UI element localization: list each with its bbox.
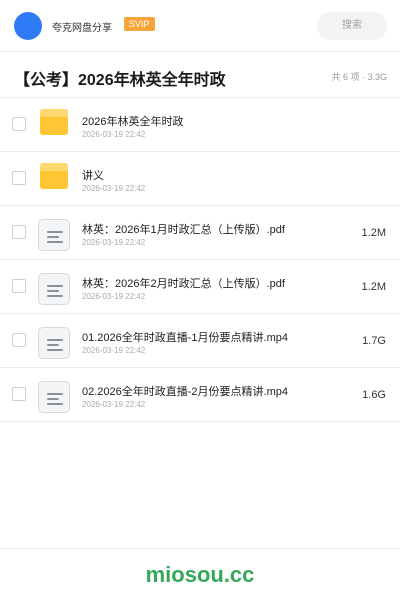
item-date: 2026-03-19 22:42	[82, 400, 146, 409]
top-bar: 夸克网盘分享 SVIP 搜索	[0, 0, 400, 52]
item-size: 1.6G	[362, 389, 386, 401]
item-size: 1.7G	[362, 335, 386, 347]
select-checkbox[interactable]	[12, 279, 26, 293]
page-title: 【公考】2026年林英全年时政	[14, 72, 226, 89]
folder-icon	[38, 162, 70, 196]
list-item[interactable]: 02.2026全年时政直播-2月份要点精讲.mp4 2026-03-19 22:…	[0, 368, 400, 422]
document-icon	[38, 324, 70, 359]
item-name[interactable]: 01.2026全年时政直播-1月份要点精讲.mp4	[82, 329, 288, 345]
select-checkbox[interactable]	[12, 117, 26, 131]
item-size: 1.2M	[361, 281, 386, 293]
select-checkbox[interactable]	[12, 171, 26, 185]
title-bar: 【公考】2026年林英全年时政 共 6 项 · 3.3G	[0, 52, 400, 98]
item-date: 2026-03-19 22:42	[82, 292, 146, 301]
svip-badge: SVIP	[124, 17, 155, 31]
select-checkbox[interactable]	[12, 333, 26, 347]
item-date: 2026-03-19 22:42	[82, 238, 146, 247]
avatar[interactable]	[14, 12, 42, 40]
item-date: 2026-03-19 22:42	[82, 184, 146, 193]
item-name[interactable]: 2026年林英全年时政	[82, 113, 183, 129]
file-list: 2026年林英全年时政 2026-03-19 22:42 讲义 2026-03-…	[0, 98, 400, 422]
item-size: 1.2M	[361, 227, 386, 239]
document-icon	[38, 270, 70, 305]
item-summary: 共 6 项 · 3.3G	[331, 72, 387, 82]
site-brand[interactable]: miosou.cc	[0, 562, 400, 588]
select-checkbox[interactable]	[12, 387, 26, 401]
list-item[interactable]: 讲义 2026-03-19 22:42	[0, 152, 400, 206]
list-item[interactable]: 01.2026全年时政直播-1月份要点精讲.mp4 2026-03-19 22:…	[0, 314, 400, 368]
item-name[interactable]: 讲义	[82, 167, 104, 183]
user-name[interactable]: 夸克网盘分享	[52, 19, 112, 34]
folder-icon	[38, 108, 70, 142]
select-checkbox[interactable]	[12, 225, 26, 239]
item-name[interactable]: 林英：2026年1月时政汇总（上传版）.pdf	[82, 221, 285, 237]
footer: miosou.cc	[0, 548, 400, 600]
item-name[interactable]: 林英：2026年2月时政汇总（上传版）.pdf	[82, 275, 285, 291]
list-item[interactable]: 林英：2026年1月时政汇总（上传版）.pdf 2026-03-19 22:42…	[0, 206, 400, 260]
item-date: 2026-03-19 22:42	[82, 130, 146, 139]
list-item[interactable]: 林英：2026年2月时政汇总（上传版）.pdf 2026-03-19 22:42…	[0, 260, 400, 314]
document-icon	[38, 216, 70, 251]
search-button[interactable]: 搜索	[317, 12, 387, 40]
item-date: 2026-03-19 22:42	[82, 346, 146, 355]
item-name[interactable]: 02.2026全年时政直播-2月份要点精讲.mp4	[82, 383, 288, 399]
list-item[interactable]: 2026年林英全年时政 2026-03-19 22:42	[0, 98, 400, 152]
document-icon	[38, 378, 70, 413]
